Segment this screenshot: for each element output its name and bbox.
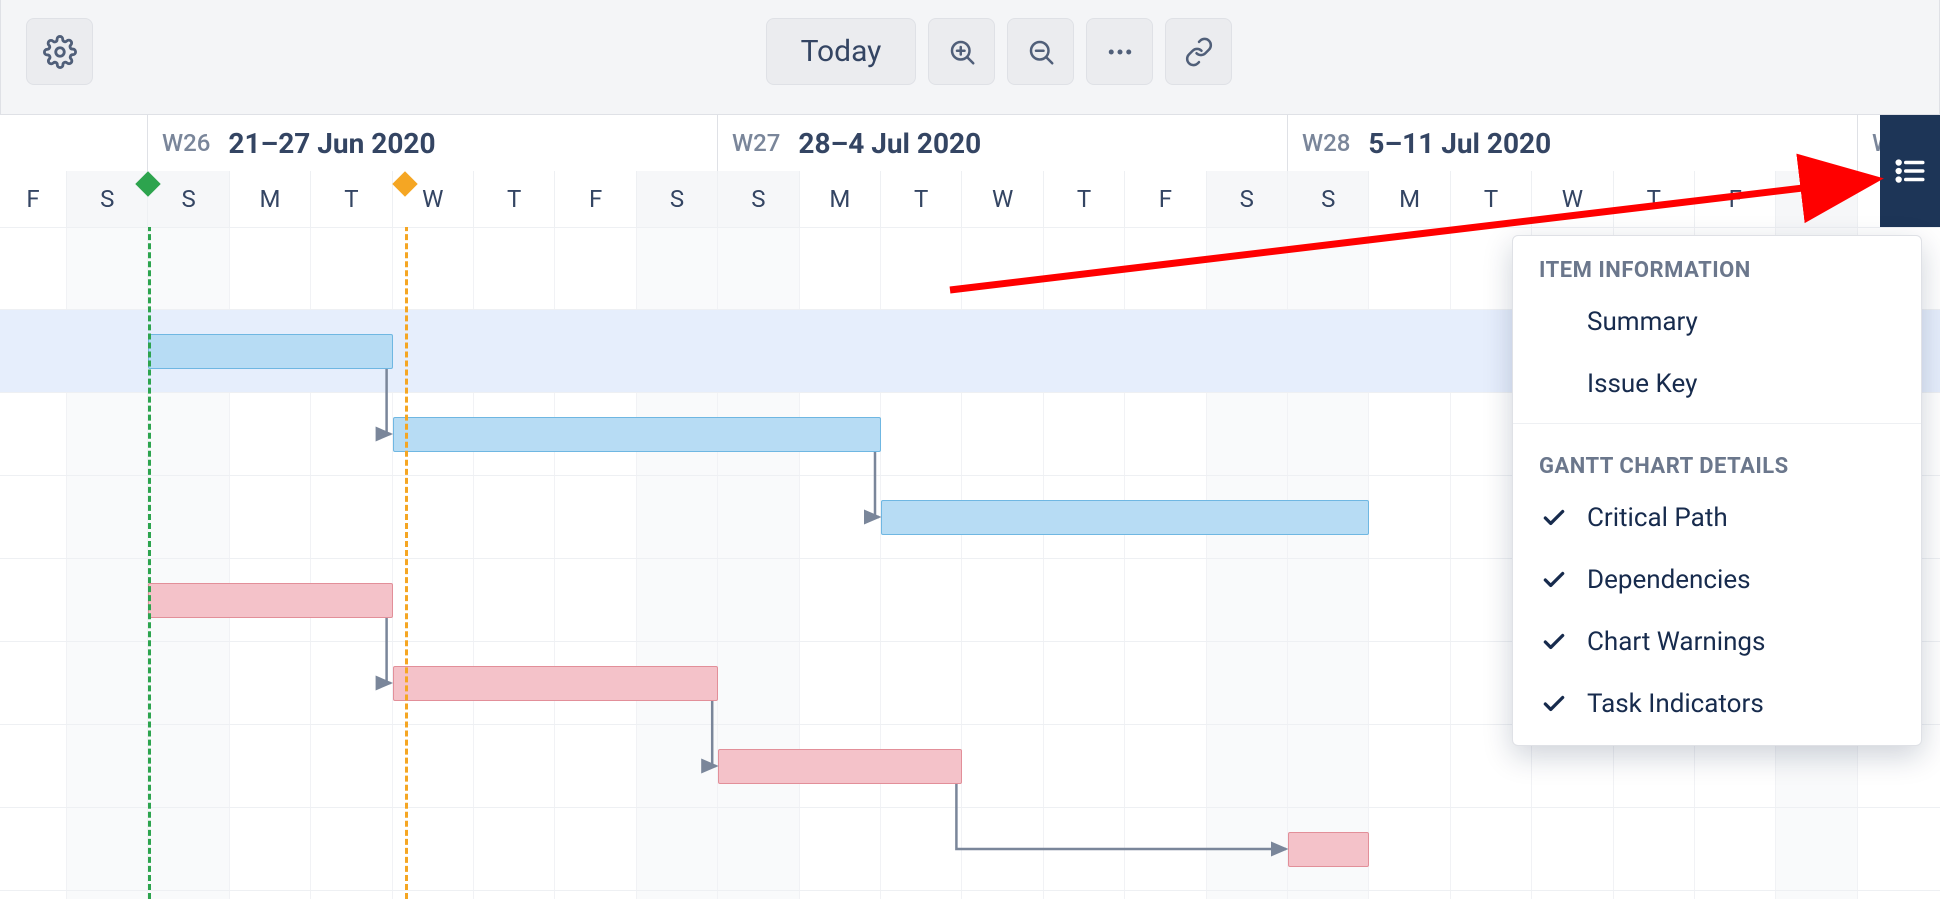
zoom-in-icon	[947, 37, 977, 67]
day-row: FSSMTWTFSSMTWTFSSMTWTFS	[0, 171, 1940, 227]
week-num: W27	[732, 129, 780, 157]
link-button[interactable]	[1165, 18, 1232, 85]
toolbar: Today	[0, 0, 1940, 115]
panel-item-indicators[interactable]: Task Indicators	[1513, 673, 1921, 735]
check-icon	[1539, 691, 1569, 717]
week-range: 5–11 Jul 2020	[1368, 127, 1551, 160]
day-cell: S	[67, 171, 148, 227]
panel-item-warnings[interactable]: Chart Warnings	[1513, 611, 1921, 673]
day-cell: W	[962, 171, 1043, 227]
day-cell: S	[1288, 171, 1369, 227]
day-cell: S	[1776, 171, 1857, 227]
settings-button[interactable]	[26, 18, 93, 85]
panel-item-label: Dependencies	[1587, 565, 1751, 595]
panel-item-summary[interactable]: Summary	[1513, 291, 1921, 353]
details-panel: ITEM INFORMATION Summary Issue Key GANTT…	[1512, 235, 1922, 746]
panel-heading-details: GANTT CHART DETAILS	[1513, 432, 1921, 487]
panel-item-label: Task Indicators	[1587, 689, 1764, 719]
panel-divider	[1513, 423, 1921, 424]
gear-icon	[43, 35, 77, 69]
week-block	[0, 115, 148, 171]
day-cell: M	[230, 171, 311, 227]
day-cell: T	[474, 171, 555, 227]
day-cell: S	[148, 171, 229, 227]
day-cell: F	[0, 171, 67, 227]
panel-item-label: Chart Warnings	[1587, 627, 1765, 657]
week-block[interactable]: W28 5–11 Jul 2020	[1288, 115, 1858, 171]
panel-item-label: Issue Key	[1587, 369, 1697, 399]
day-cell: F	[1695, 171, 1776, 227]
week-range: 28–4 Jul 2020	[798, 127, 981, 160]
day-cell: M	[1369, 171, 1450, 227]
panel-item-label: Summary	[1587, 307, 1698, 337]
day-cell: T	[1451, 171, 1532, 227]
day-cell: T	[881, 171, 962, 227]
day-cell: S	[718, 171, 799, 227]
panel-heading-info: ITEM INFORMATION	[1513, 236, 1921, 291]
week-block[interactable]: W27 28–4 Jul 2020	[718, 115, 1288, 171]
day-cell: S	[1207, 171, 1288, 227]
day-cell: T	[1614, 171, 1695, 227]
week-block[interactable]: W26 21–27 Jun 2020	[148, 115, 718, 171]
today-label: Today	[801, 34, 882, 69]
more-button[interactable]	[1086, 18, 1153, 85]
panel-item-issuekey[interactable]: Issue Key	[1513, 353, 1921, 415]
panel-item-label: Critical Path	[1587, 503, 1728, 533]
panel-item-deps[interactable]: Dependencies	[1513, 549, 1921, 611]
zoom-out-icon	[1026, 37, 1056, 67]
week-range: 21–27 Jun 2020	[228, 127, 435, 160]
check-icon	[1539, 629, 1569, 655]
timeline-header: W26 21–27 Jun 2020 W27 28–4 Jul 2020 W28…	[0, 115, 1940, 227]
day-cell: W	[1532, 171, 1613, 227]
day-cell: M	[800, 171, 881, 227]
project-start-marker	[148, 171, 151, 899]
day-cell: F	[555, 171, 636, 227]
check-icon	[1539, 505, 1569, 531]
today-button[interactable]: Today	[766, 18, 916, 85]
week-num: W28	[1302, 129, 1350, 157]
today-marker	[405, 171, 408, 899]
list-icon	[1893, 154, 1927, 188]
week-num: W26	[162, 129, 210, 157]
zoom-in-button[interactable]	[928, 18, 995, 85]
day-cell: T	[1044, 171, 1125, 227]
check-icon	[1539, 567, 1569, 593]
more-icon	[1105, 37, 1135, 67]
week-row: W26 21–27 Jun 2020 W27 28–4 Jul 2020 W28…	[0, 115, 1940, 171]
zoom-out-button[interactable]	[1007, 18, 1074, 85]
day-cell: F	[1125, 171, 1206, 227]
panel-item-critical[interactable]: Critical Path	[1513, 487, 1921, 549]
link-icon	[1184, 37, 1214, 67]
day-cell: T	[311, 171, 392, 227]
item-details-toggle[interactable]	[1880, 115, 1940, 227]
day-cell: S	[637, 171, 718, 227]
